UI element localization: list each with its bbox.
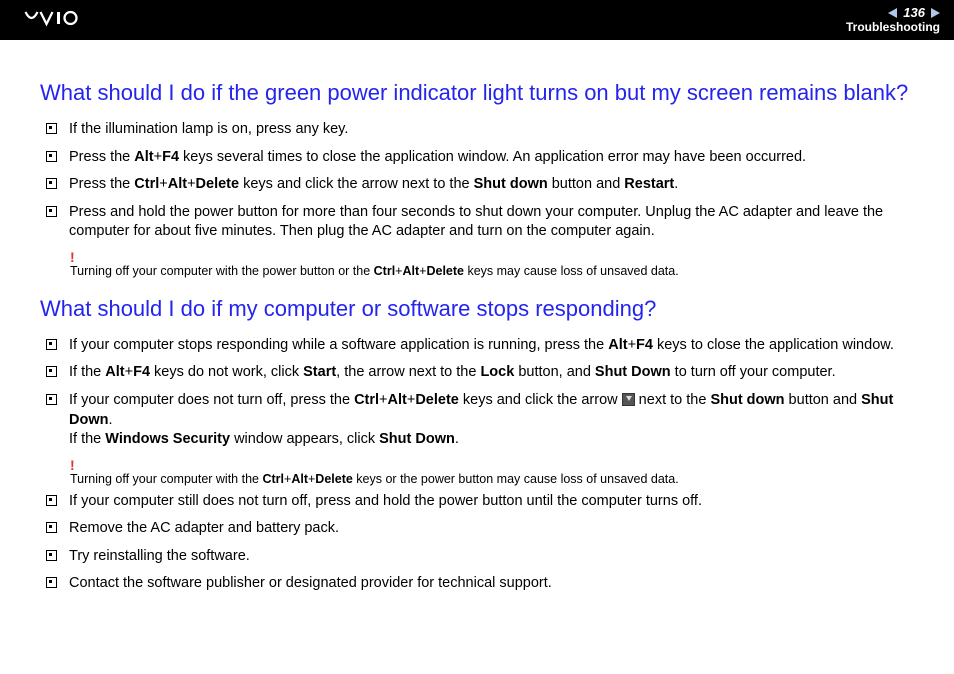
list-item: Remove the AC adapter and battery pack. (46, 519, 918, 539)
list-item: If your computer stops responding while … (46, 336, 918, 356)
list-item: If your computer still does not turn off… (46, 492, 918, 512)
bullet-icon (46, 206, 57, 217)
list-text: If the Alt+F4 keys do not work, click St… (69, 363, 918, 383)
header-meta: 136 Troubleshooting (846, 6, 940, 33)
list-text: Press the Alt+F4 keys several times to c… (69, 148, 918, 168)
page-number: 136 (903, 6, 925, 20)
list-text: If the illumination lamp is on, press an… (69, 120, 918, 140)
arrow-dropdown-icon (622, 393, 635, 406)
list-text: If your computer still does not turn off… (69, 492, 918, 512)
q1-list: If the illumination lamp is on, press an… (40, 120, 918, 242)
list-text: Press the Ctrl+Alt+Delete keys and click… (69, 175, 918, 195)
page-content: What should I do if the green power indi… (0, 40, 954, 594)
list-item: Press and hold the power button for more… (46, 203, 918, 242)
bullet-icon (46, 577, 57, 588)
list-text: If your computer stops responding while … (69, 336, 918, 356)
warning-icon: ! (70, 458, 918, 472)
warning-text: Turning off your computer with the power… (70, 264, 918, 278)
list-text: Contact the software publisher or design… (69, 574, 918, 594)
bullet-icon (46, 123, 57, 134)
list-item: Try reinstalling the software. (46, 547, 918, 567)
next-page-icon[interactable] (931, 8, 940, 18)
vaio-logo (14, 7, 124, 33)
bullet-icon (46, 339, 57, 350)
warning-note: ! Turning off your computer with the Ctr… (70, 458, 918, 486)
list-text: Remove the AC adapter and battery pack. (69, 519, 918, 539)
list-item: Contact the software publisher or design… (46, 574, 918, 594)
bullet-icon (46, 151, 57, 162)
list-item: If the illumination lamp is on, press an… (46, 120, 918, 140)
question-1-title: What should I do if the green power indi… (40, 80, 918, 106)
list-item: Press the Ctrl+Alt+Delete keys and click… (46, 175, 918, 195)
q2-list: If your computer stops responding while … (40, 336, 918, 450)
bullet-icon (46, 394, 57, 405)
question-2-title: What should I do if my computer or softw… (40, 296, 918, 322)
bullet-icon (46, 366, 57, 377)
bullet-icon (46, 178, 57, 189)
list-item: If your computer does not turn off, pres… (46, 391, 918, 450)
page-nav: 136 (846, 6, 940, 20)
warning-text: Turning off your computer with the Ctrl+… (70, 472, 918, 486)
page-header: 136 Troubleshooting (0, 0, 954, 40)
warning-note: ! Turning off your computer with the pow… (70, 250, 918, 278)
list-item: If the Alt+F4 keys do not work, click St… (46, 363, 918, 383)
bullet-icon (46, 495, 57, 506)
list-text: Press and hold the power button for more… (69, 203, 918, 242)
warning-icon: ! (70, 250, 918, 264)
q2-list-cont: If your computer still does not turn off… (40, 492, 918, 594)
list-text: If your computer does not turn off, pres… (69, 391, 918, 450)
bullet-icon (46, 522, 57, 533)
list-text: Try reinstalling the software. (69, 547, 918, 567)
prev-page-icon[interactable] (888, 8, 897, 18)
section-label: Troubleshooting (846, 21, 940, 34)
bullet-icon (46, 550, 57, 561)
list-item: Press the Alt+F4 keys several times to c… (46, 148, 918, 168)
